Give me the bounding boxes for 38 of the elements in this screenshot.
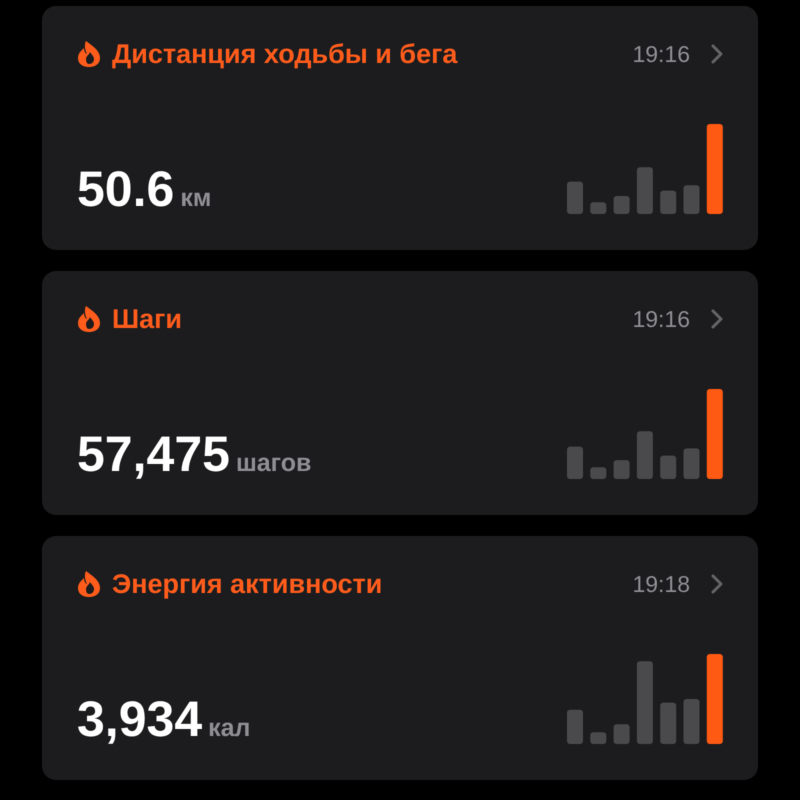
flame-icon	[76, 570, 102, 598]
card-title: Дистанция ходьбы и бега	[112, 39, 458, 69]
chart-bar	[684, 699, 700, 744]
metric-unit: шагов	[236, 451, 312, 476]
chart-bar	[590, 732, 606, 744]
chevron-icon	[710, 573, 724, 595]
metric-card[interactable]: Дистанция ходьбы и бега 19:16 50.6 км	[42, 6, 758, 250]
chart-bar	[636, 167, 653, 214]
flame-icon	[76, 305, 102, 333]
chart-bar	[684, 448, 700, 479]
chevron-icon	[710, 308, 724, 330]
chart-bar	[660, 190, 676, 214]
chart-bar	[660, 702, 676, 744]
chart-bar	[567, 182, 583, 214]
chart-bar	[614, 196, 630, 214]
metric-card[interactable]: Энергия активности 19:18 3,934 кал	[42, 536, 758, 780]
metric-card[interactable]: Шаги 19:16 57,475 шагов	[42, 271, 758, 515]
metric-value: 50.6	[77, 164, 174, 214]
chart-bar	[636, 431, 653, 479]
chart-bar	[614, 460, 630, 479]
time-label: 19:16	[632, 40, 690, 69]
card-title: Энергия активности	[112, 569, 382, 599]
chevron-icon	[710, 43, 724, 65]
chart-bar	[567, 710, 583, 744]
flame-icon	[76, 40, 102, 68]
chart-bar	[567, 446, 583, 479]
time-label: 19:18	[632, 570, 690, 599]
chart-bar	[660, 456, 676, 479]
time-label: 19:16	[632, 305, 690, 334]
chart-bar	[590, 467, 606, 479]
card-title: Шаги	[112, 304, 182, 334]
chart-bar	[684, 185, 700, 214]
metric-value: 3,934	[77, 694, 202, 744]
metric-unit: кал	[208, 716, 250, 741]
metric-unit: км	[180, 186, 212, 211]
chart-bar	[590, 202, 606, 214]
chart-bar	[614, 724, 630, 744]
metric-value: 57,475	[77, 429, 230, 479]
